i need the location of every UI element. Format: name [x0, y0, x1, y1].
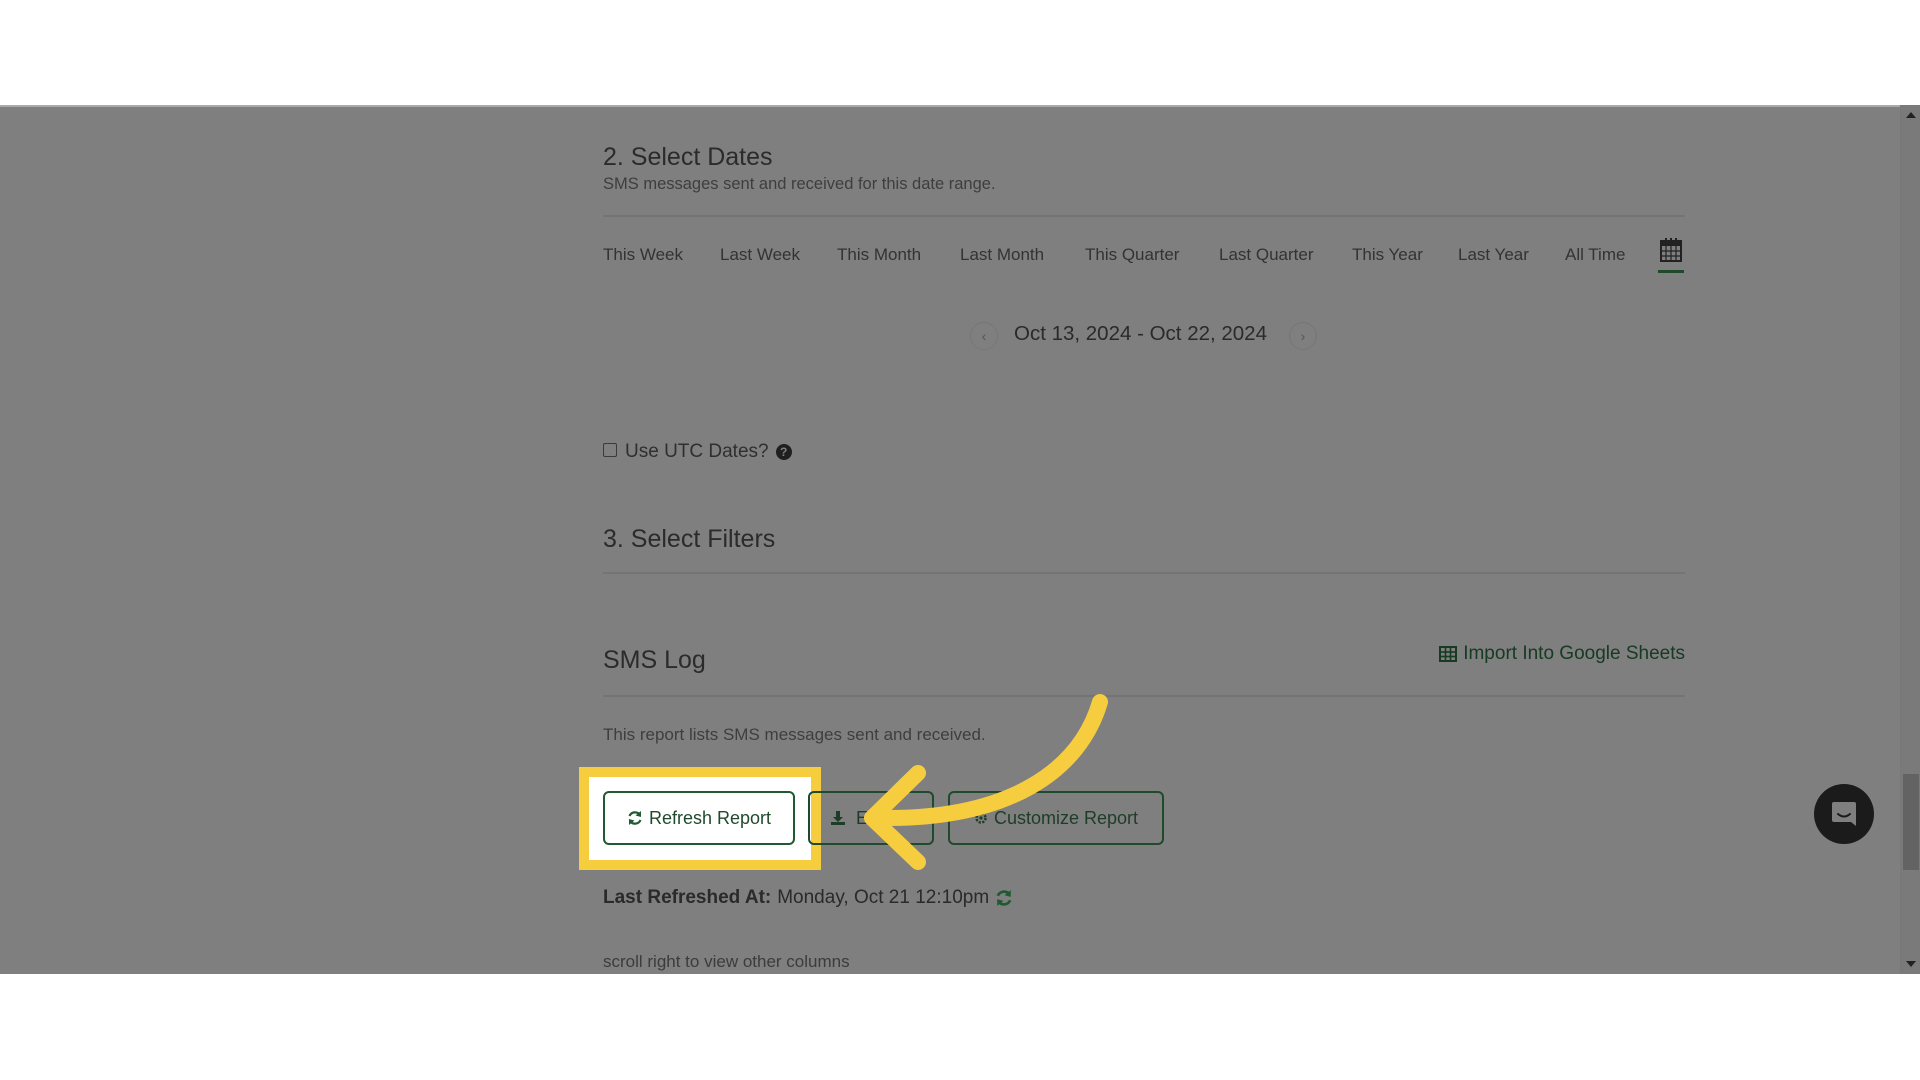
refresh-report-label: Refresh Report — [648, 807, 772, 828]
chat-launcher-button[interactable] — [1814, 784, 1874, 844]
sms-log-title: SMS Log — [603, 646, 706, 674]
refresh-report-button[interactable]: Refresh Report — [603, 791, 795, 845]
gear-icon — [975, 812, 987, 824]
table-icon — [1439, 646, 1458, 662]
select-filters-title: 3. Select Filters — [603, 525, 776, 553]
bottom-band — [0, 974, 1920, 1080]
tab-last-week[interactable]: Last Week — [720, 245, 800, 265]
tab-custom-calendar[interactable] — [1658, 237, 1684, 273]
tab-all-time[interactable]: All Time — [1565, 245, 1625, 265]
chevron-left-icon: ‹ — [981, 328, 987, 344]
vertical-scrollbar[interactable] — [1900, 105, 1920, 974]
tab-last-quarter[interactable]: Last Quarter — [1219, 245, 1314, 265]
previous-range-button[interactable]: ‹ — [970, 322, 998, 350]
tab-this-quarter[interactable]: This Quarter — [1085, 245, 1179, 265]
import-link-label: Import Into Google Sheets — [1463, 643, 1685, 664]
customize-report-button[interactable]: Customize Report — [948, 791, 1164, 845]
refresh-icon[interactable] — [995, 889, 1013, 907]
section-divider — [603, 572, 1685, 574]
tab-last-year[interactable]: Last Year — [1458, 245, 1529, 265]
scroll-down-arrow-icon[interactable] — [1906, 961, 1916, 967]
last-refreshed: Last Refreshed At: Monday, Oct 21 12:10p… — [603, 887, 1013, 909]
utc-dates-label[interactable]: Use UTC Dates? — [625, 441, 769, 463]
select-dates-subtitle: SMS messages sent and received for this … — [603, 175, 996, 193]
last-refreshed-label: Last Refreshed At: — [603, 887, 772, 908]
chevron-right-icon: › — [1300, 328, 1306, 344]
sms-log-description: This report lists SMS messages sent and … — [603, 725, 986, 744]
export-label: Export — [856, 807, 909, 828]
utc-dates-checkbox[interactable] — [603, 443, 617, 457]
scrollbar-thumb[interactable] — [1903, 774, 1919, 870]
customize-report-label: Customize Report — [993, 807, 1139, 828]
refresh-icon — [628, 811, 642, 825]
calendar-icon — [1660, 238, 1682, 262]
utc-dates-option: Use UTC Dates? ? — [603, 441, 792, 463]
selected-date-range: Oct 13, 2024 - Oct 22, 2024 — [1014, 322, 1267, 345]
scroll-hint: scroll right to view other columns — [603, 952, 850, 971]
tab-this-year[interactable]: This Year — [1352, 245, 1423, 265]
next-range-button[interactable]: › — [1289, 322, 1317, 350]
top-band — [0, 0, 1920, 105]
section-divider — [603, 695, 1685, 697]
date-navigator: ‹ Oct 13, 2024 - Oct 22, 2024 › — [603, 318, 1685, 354]
tab-this-month[interactable]: This Month — [837, 245, 921, 265]
tab-last-month[interactable]: Last Month — [960, 245, 1044, 265]
last-refreshed-value: Monday, Oct 21 12:10pm — [777, 887, 990, 908]
date-range-tabs: This Week Last Week This Month Last Mont… — [603, 238, 1685, 285]
scroll-up-arrow-icon[interactable] — [1906, 112, 1916, 118]
export-button[interactable]: Export — [808, 791, 934, 845]
import-google-sheets-link[interactable]: Import Into Google Sheets — [1439, 643, 1685, 665]
help-icon[interactable]: ? — [775, 444, 792, 460]
section-divider — [603, 215, 1685, 217]
active-tab-indicator — [1658, 270, 1684, 273]
page-viewport: 2. Select Dates SMS messages sent and re… — [0, 105, 1920, 974]
chat-icon — [1832, 802, 1856, 826]
select-dates-title: 2. Select Dates — [603, 143, 773, 171]
download-icon — [831, 811, 845, 825]
tab-this-week[interactable]: This Week — [603, 245, 683, 265]
